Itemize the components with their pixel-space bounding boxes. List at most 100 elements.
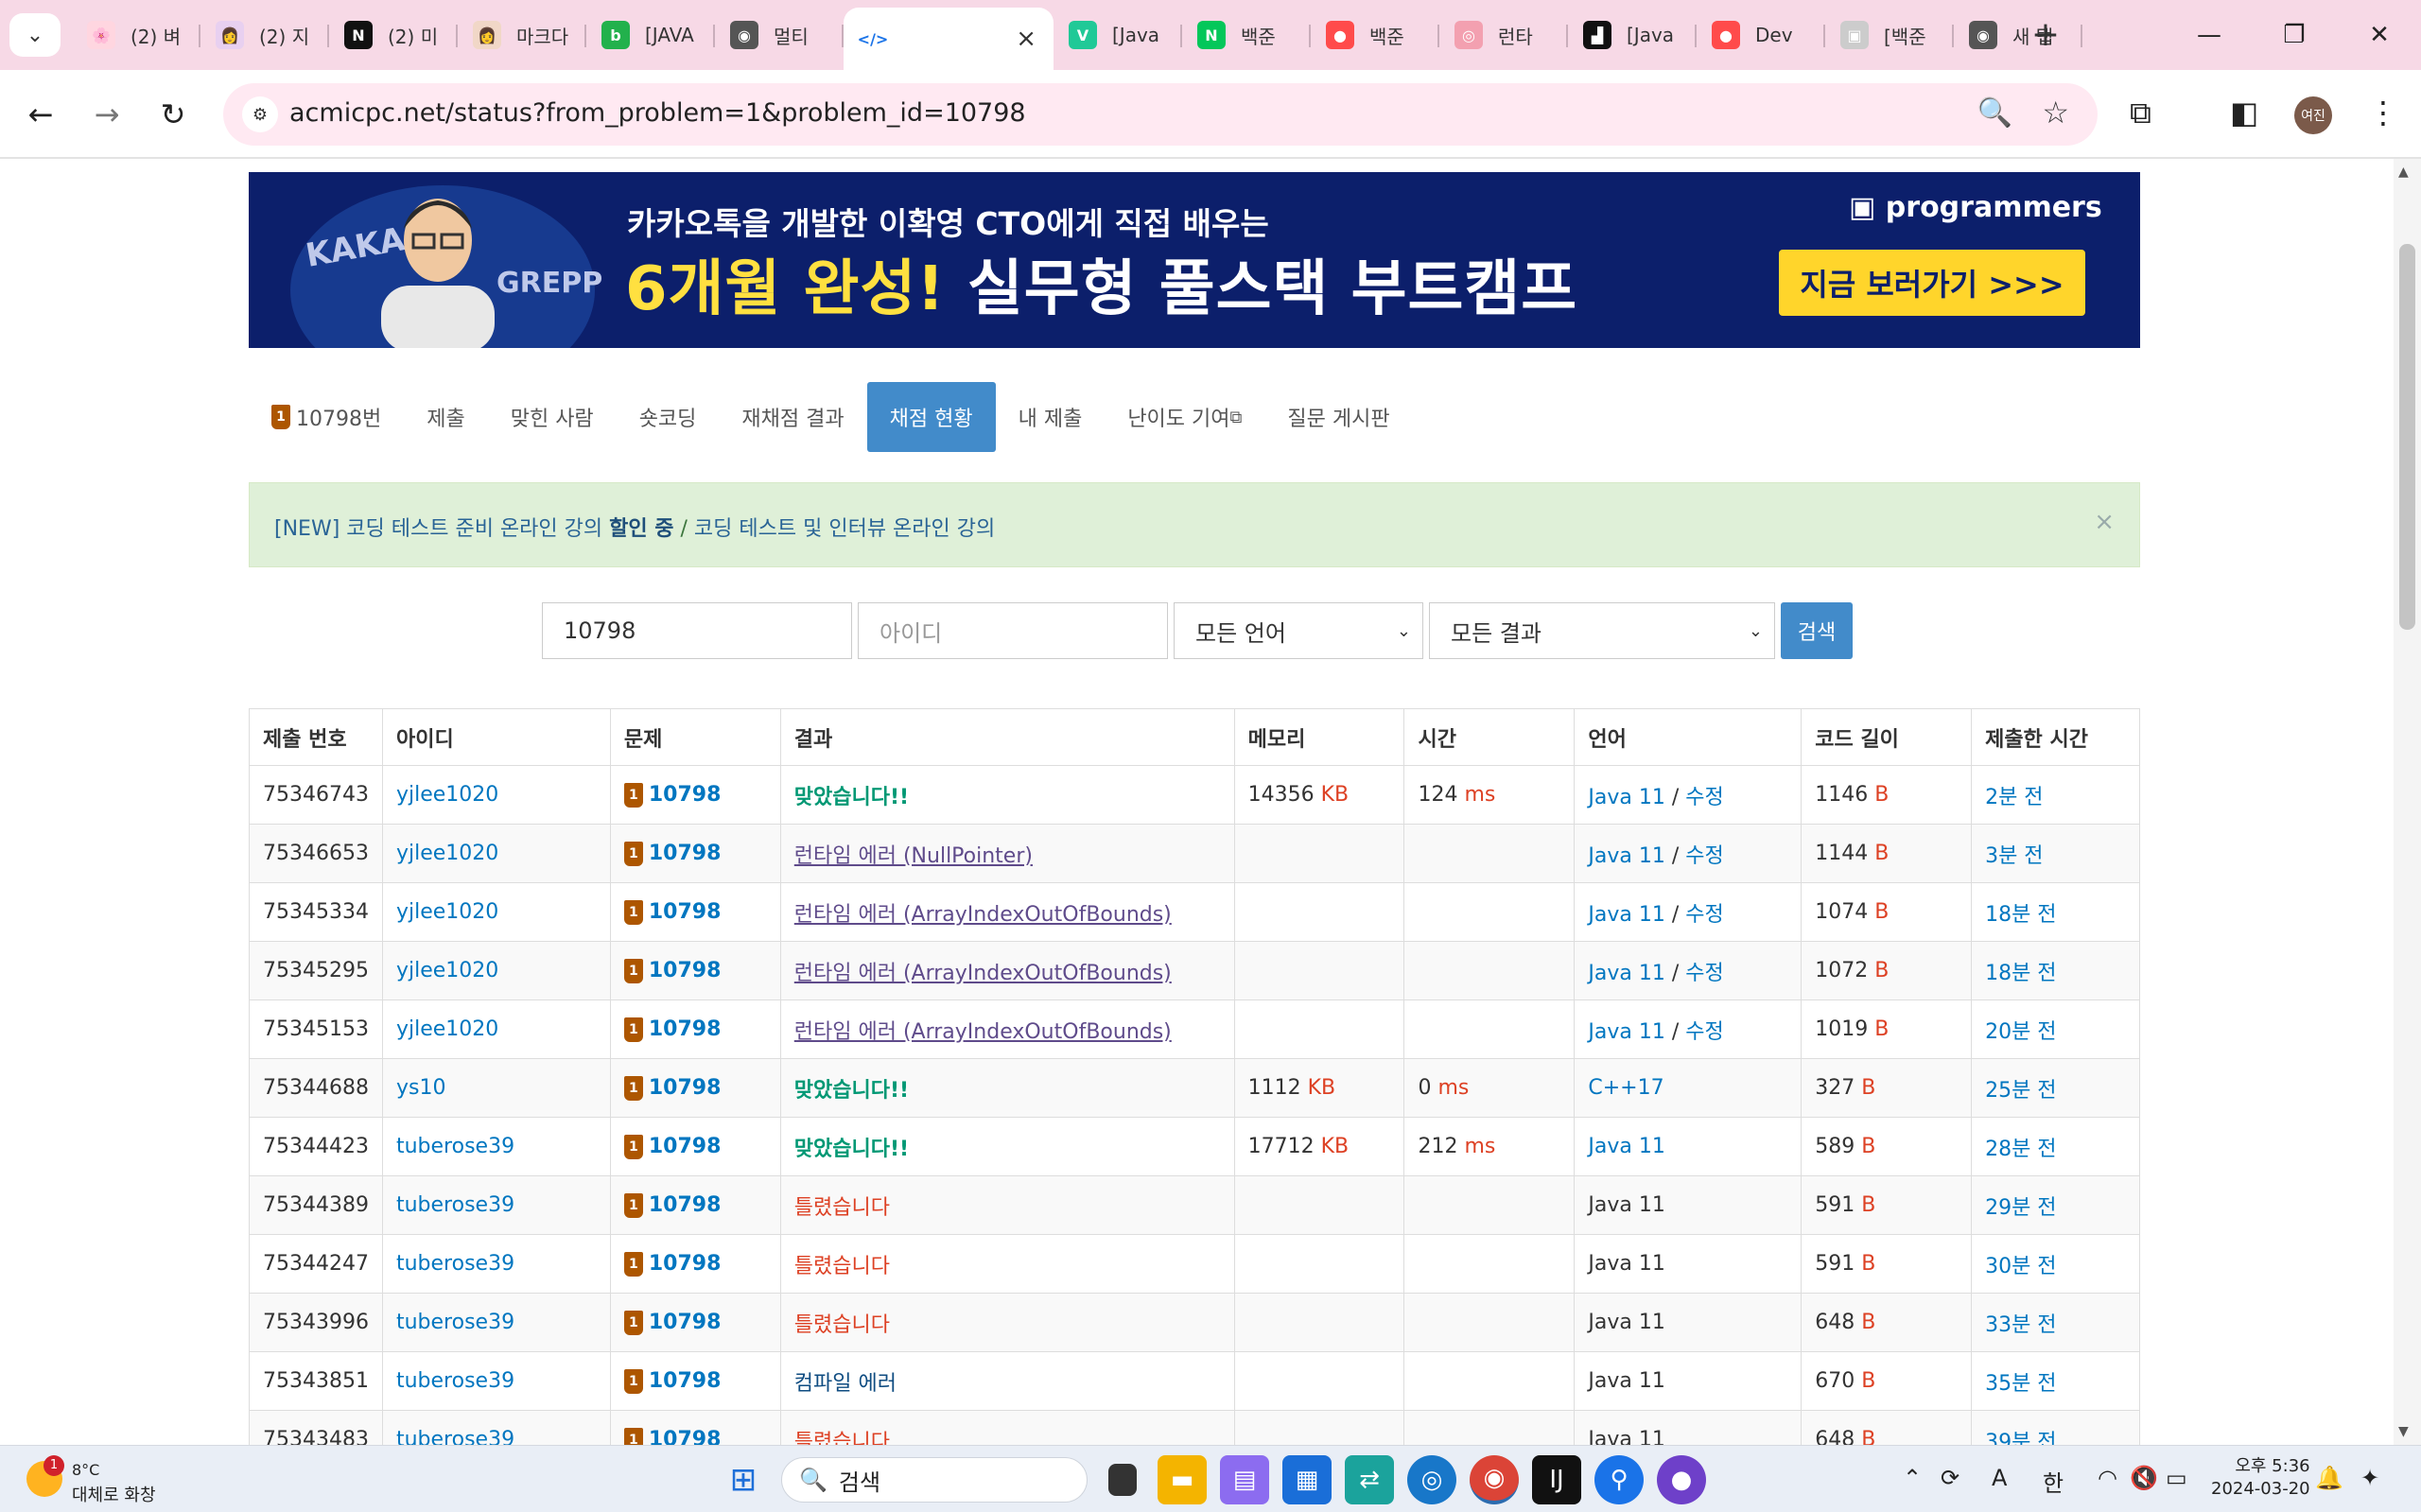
taskbar-search[interactable]: 🔍 검색 <box>781 1457 1088 1503</box>
browser-tab[interactable]: ● 백준 <box>1311 8 1439 62</box>
side-panel-icon[interactable]: ◧ <box>2230 95 2258 130</box>
edit-link[interactable]: 수정 <box>1685 844 1723 868</box>
store-icon[interactable]: ▦ <box>1282 1455 1332 1504</box>
browser-tab[interactable]: ▣ [백준 <box>1825 8 1954 62</box>
site-info-icon[interactable]: ⚙ <box>242 96 278 132</box>
submitted-time-link[interactable]: 20분 전 <box>1985 1020 2056 1044</box>
browser-tab[interactable]: N (2) 미 <box>329 8 458 62</box>
scroll-down-icon[interactable]: ▼ <box>2398 1424 2409 1439</box>
intellij-icon[interactable]: IJ <box>1532 1455 1581 1504</box>
problem-link[interactable]: 10798 <box>649 1135 722 1158</box>
submitted-time-link[interactable]: 2분 전 <box>1985 786 2043 809</box>
submitted-time-link[interactable]: 18분 전 <box>1985 903 2056 927</box>
system-clock[interactable]: 오후 5:36 2024-03-20 <box>2211 1455 2310 1501</box>
user-link[interactable]: tuberose39 <box>396 1428 514 1445</box>
problem-nav-item[interactable]: 맞힌 사람 <box>488 382 617 452</box>
problem-link[interactable]: 10798 <box>649 1076 722 1100</box>
problem-link[interactable]: 10798 <box>649 1369 722 1393</box>
user-link[interactable]: tuberose39 <box>396 1369 514 1393</box>
browser-tab[interactable]: </> × <box>844 8 1054 70</box>
volume-mute-icon[interactable]: 🔇 <box>2130 1465 2158 1491</box>
page-scrollbar[interactable]: ▲ ▼ <box>2394 159 2421 1445</box>
media-app-icon[interactable]: ◎ <box>1407 1455 1456 1504</box>
restore-icon[interactable]: ❐ <box>2256 9 2332 61</box>
banner-cta-button[interactable]: 지금 보러가기 >>> <box>1779 250 2085 316</box>
battery-icon[interactable]: ▭ <box>2166 1465 2187 1491</box>
windows-start-icon[interactable]: ⊞ <box>719 1455 768 1504</box>
tray-chevron-icon[interactable]: ⌃ <box>1903 1465 1922 1491</box>
problem-nav-item[interactable]: 재채점 결과 <box>719 382 866 452</box>
edit-link[interactable]: 수정 <box>1685 1020 1723 1044</box>
extensions-icon[interactable]: ⧉ <box>2130 95 2151 131</box>
problem-link[interactable]: 10798 <box>649 1428 722 1446</box>
language-text[interactable]: Java 11 <box>1588 844 1664 868</box>
font-ime-icon[interactable]: A <box>1992 1465 2007 1491</box>
problem-nav-item[interactable]: 제출 <box>404 382 487 452</box>
user-link[interactable]: ys10 <box>396 1076 445 1100</box>
browser-tab[interactable]: 👩 (2) 지 <box>200 8 329 62</box>
file-explorer-icon[interactable]: ▬ <box>1158 1455 1207 1504</box>
problem-link[interactable]: 10798 <box>649 900 722 924</box>
alert-link-1[interactable]: [NEW] 코딩 테스트 준비 온라인 강의 <box>274 517 602 541</box>
problem-nav-item[interactable]: 채점 현황 <box>866 382 996 452</box>
language-text[interactable]: Java 11 <box>1588 962 1664 985</box>
browser-tab[interactable]: b [JAVA <box>586 8 715 62</box>
submitted-time-link[interactable]: 29분 전 <box>1985 1196 2056 1220</box>
submitted-time-link[interactable]: 28분 전 <box>1985 1138 2056 1161</box>
result-text[interactable]: 런타임 에러 (ArrayIndexOutOfBounds) <box>794 903 1172 927</box>
browser-tab[interactable]: V [Java <box>1054 8 1182 62</box>
submitted-time-link[interactable]: 33분 전 <box>1985 1313 2056 1337</box>
browser-tab[interactable]: 👩 마크다 <box>458 8 586 62</box>
problem-link[interactable]: 10798 <box>649 783 722 807</box>
github-icon[interactable]: ● <box>1657 1455 1706 1504</box>
zoom-icon[interactable]: 🔍 <box>1977 96 2012 130</box>
alert-link-bold[interactable]: 할인 중 <box>609 517 673 541</box>
browser-tab[interactable]: N 백준 <box>1182 8 1311 62</box>
submitted-time-link[interactable]: 30분 전 <box>1985 1255 2056 1278</box>
user-link[interactable]: yjlee1020 <box>396 842 498 865</box>
problem-link[interactable]: 10798 <box>649 842 722 865</box>
alert-link-2[interactable]: 코딩 테스트 및 인터뷰 온라인 강의 <box>694 517 995 541</box>
edit-link[interactable]: 수정 <box>1685 903 1723 927</box>
scroll-up-icon[interactable]: ▲ <box>2398 165 2409 180</box>
submitted-time-link[interactable]: 3분 전 <box>1985 844 2043 868</box>
reload-icon[interactable]: ↻ <box>149 91 197 138</box>
language-text[interactable]: Java 11 <box>1588 903 1664 927</box>
user-id-input[interactable]: 아이디 <box>858 602 1168 659</box>
menu-kebab-icon[interactable]: ⋮ <box>2368 95 2398 130</box>
edit-link[interactable]: 수정 <box>1685 962 1723 985</box>
problem-link[interactable]: 10798 <box>649 1017 722 1041</box>
browser-tab[interactable]: ▟ [Java <box>1568 8 1697 62</box>
submitted-time-link[interactable]: 18분 전 <box>1985 962 2056 985</box>
scroll-thumb[interactable] <box>2399 244 2415 630</box>
minimize-icon[interactable]: — <box>2171 9 2247 61</box>
problem-nav-item[interactable]: 질문 게시판 <box>1264 382 1412 452</box>
browser-tab[interactable]: ◉ 멀티 <box>715 8 844 62</box>
copilot-icon[interactable]: ✦ <box>2360 1465 2379 1491</box>
forward-icon[interactable]: → <box>83 91 131 138</box>
language-text[interactable]: Java 11 <box>1588 786 1664 809</box>
user-link[interactable]: tuberose39 <box>396 1135 514 1158</box>
user-link[interactable]: tuberose39 <box>396 1311 514 1334</box>
address-bar[interactable]: ⚙ acmicpc.net/status?from_problem=1&prob… <box>223 83 2098 146</box>
result-text[interactable]: 런타임 에러 (ArrayIndexOutOfBounds) <box>794 962 1172 985</box>
problem-nav-item[interactable]: 내 제출 <box>996 382 1106 452</box>
ad-banner[interactable]: KAKA GREPP 카카오톡을 개발한 이확영 CTO에게 직접 배우는 6개… <box>249 172 2140 348</box>
sync-app-icon[interactable]: ⇄ <box>1345 1455 1394 1504</box>
wifi-icon[interactable]: ◠ <box>2098 1465 2117 1491</box>
sync-tray-icon[interactable]: ⟳ <box>1941 1465 1959 1491</box>
submitted-time-link[interactable]: 35분 전 <box>1985 1372 2056 1396</box>
alert-close-icon[interactable]: × <box>2094 508 2115 536</box>
language-text[interactable]: C++17 <box>1588 1076 1663 1100</box>
result-text[interactable]: 런타임 에러 (ArrayIndexOutOfBounds) <box>794 1020 1172 1044</box>
new-tab-button[interactable]: + <box>2027 15 2064 54</box>
edit-link[interactable]: 수정 <box>1685 786 1723 809</box>
back-icon[interactable]: ← <box>17 91 64 138</box>
tab-search-chevron-icon[interactable]: ⌄ <box>9 13 61 57</box>
user-link[interactable]: tuberose39 <box>396 1193 514 1217</box>
problem-nav-item[interactable]: 1 10798번 <box>249 382 404 452</box>
maps-pin-icon[interactable]: ⚲ <box>1594 1455 1644 1504</box>
problem-link[interactable]: 10798 <box>649 1311 722 1334</box>
url-text[interactable]: acmicpc.net/status?from_problem=1&proble… <box>289 98 1026 128</box>
problem-link[interactable]: 10798 <box>649 959 722 982</box>
